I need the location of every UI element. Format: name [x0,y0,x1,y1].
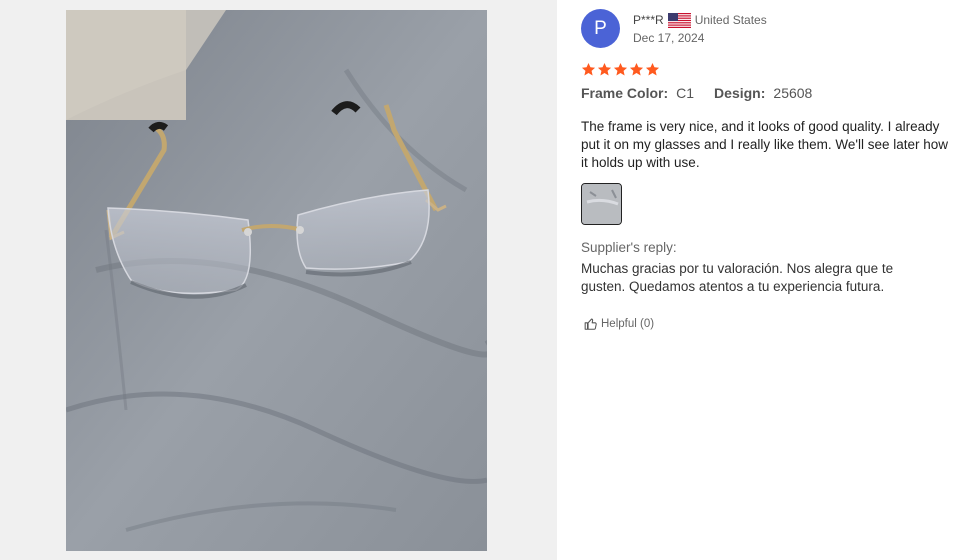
review-text: The frame is very nice, and it looks of … [581,119,948,170]
glasses-photo-image [66,10,487,551]
attribute-key: Design: [714,85,766,101]
star-icon [645,62,660,76]
attribute-key-text: Frame Color [581,85,664,101]
star-rating [581,62,660,77]
thumbnail-image [582,184,621,224]
reviewer-info: P***R United States [633,11,767,29]
us-flag-icon [667,12,691,28]
reviewer-country: United States [694,13,767,27]
star-icon [597,62,612,76]
attribute-frame-color: Frame Color: C1 [581,85,694,101]
reviewer-name: P***R [633,13,664,27]
review-photo-large[interactable] [66,10,487,551]
star-icon [629,62,644,76]
attribute-key-text: Design [714,85,761,101]
helpful-button[interactable]: Helpful (0) [584,317,654,331]
photo-viewer [0,0,557,560]
attribute-design: Design: 25608 [714,85,812,101]
attribute-key: Frame Color: [581,85,669,101]
supplier-reply-text: Muchas gracias por tu valoración. Nos al… [581,261,894,294]
review-photo-thumbnail[interactable] [581,183,622,225]
purchase-attributes: Frame Color: C1 Design: 25608 [581,85,832,101]
review-panel: P P***R United States Dec 17, 2024 Frame… [557,0,959,560]
avatar: P [581,9,620,48]
review-date: Dec 17, 2024 [633,31,705,45]
star-icon [613,62,628,76]
helpful-label: Helpful (0) [601,318,655,330]
attribute-value: C1 [676,85,695,101]
thumbs-up-icon [584,318,597,330]
attribute-value: 25608 [773,85,813,101]
star-icon [581,62,596,76]
supplier-reply-label: Supplier's reply: [581,240,677,255]
